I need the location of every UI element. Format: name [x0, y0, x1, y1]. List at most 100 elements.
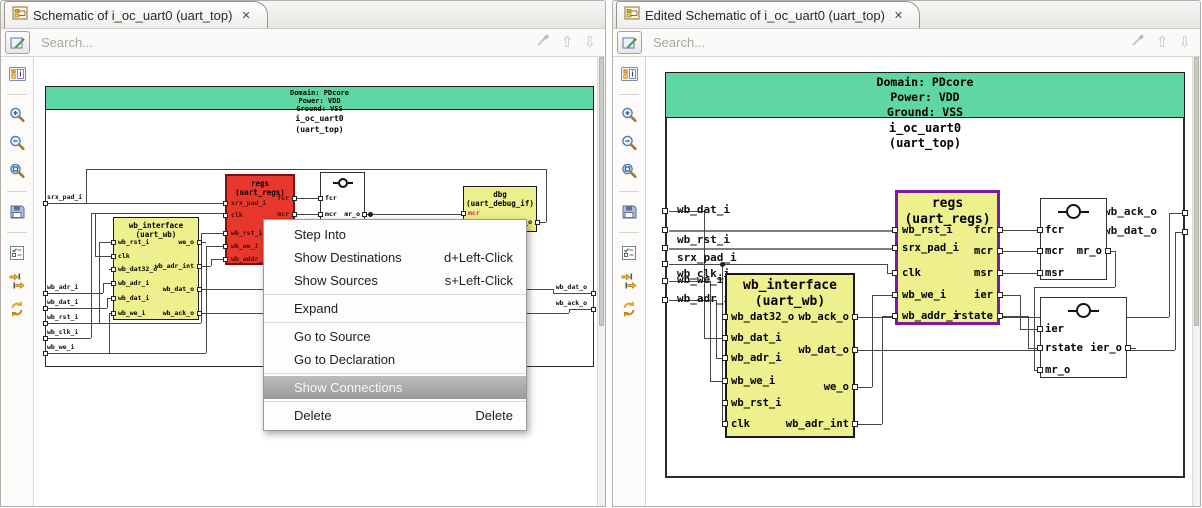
- port-pin-fcr[interactable]: [292, 196, 297, 201]
- port-pin-ier[interactable]: [997, 292, 1003, 298]
- port-pin-wb_rst_i[interactable]: [722, 400, 728, 406]
- properties-button[interactable]: i: [4, 63, 30, 85]
- port-pin-wb_dat_o[interactable]: [852, 347, 858, 353]
- search-next-icon[interactable]: ⇩: [1178, 35, 1191, 50]
- input-pin-wb_dat_i[interactable]: [43, 306, 48, 311]
- menu-item-step-into[interactable]: Step Into: [264, 223, 526, 246]
- port-pin-rstate[interactable]: [1036, 344, 1043, 351]
- menu-item-show-connections[interactable]: Show Connections: [264, 376, 526, 399]
- block-wb_interface[interactable]: wb_interface (uart_wb) wb_rst_i clk wb_dat32…: [110, 217, 202, 320]
- menu-item-show-sources[interactable]: Show Sources s+Left-Click: [264, 269, 526, 292]
- input-pin-wb_rst_i[interactable]: [662, 227, 668, 233]
- port-pin-wb_dat_i[interactable]: [110, 295, 116, 301]
- scrollbar-thumb[interactable]: [599, 57, 604, 327]
- reload-button[interactable]: [4, 298, 30, 320]
- clear-search-icon[interactable]: [1130, 32, 1146, 53]
- port-pin-srx_pad_i[interactable]: [892, 245, 898, 251]
- port-pin-rstate[interactable]: [997, 313, 1003, 319]
- port-pin-mcr[interactable]: [318, 212, 323, 217]
- port-pin-wb_we_i[interactable]: [722, 378, 728, 384]
- port-pin-fcr[interactable]: [997, 227, 1003, 233]
- trace-connections-button[interactable]: [4, 270, 30, 292]
- block-regs[interactable]: regs (uart_regs) wb_rst_i srx_pad_i clk wb_we…: [892, 190, 1003, 325]
- clear-search-icon[interactable]: [535, 32, 551, 53]
- port-pin-wb_ack_o[interactable]: [196, 310, 202, 316]
- input-pin-wb_clk_i[interactable]: [662, 261, 668, 267]
- port-pin-msr[interactable]: [1036, 269, 1043, 276]
- save-button[interactable]: [4, 201, 30, 223]
- tab-schematic[interactable]: Schematic of i_oc_uart0 (uart_top) ✕: [4, 1, 268, 28]
- port-pin-msr[interactable]: [997, 270, 1003, 276]
- port-pin-mcr[interactable]: [460, 210, 466, 216]
- zoom-in-button[interactable]: [4, 104, 30, 126]
- port-pin-clk[interactable]: [223, 213, 228, 218]
- port-pin-wb_ack_o[interactable]: [852, 314, 858, 320]
- menu-item-expand[interactable]: Expand: [264, 297, 526, 320]
- block-symbol[interactable]: fcr mcr mr_o: [318, 172, 367, 222]
- port-pin-wb_we_i[interactable]: [110, 310, 116, 316]
- port-pin-wb_rst_i[interactable]: [110, 239, 116, 245]
- tab-close-icon[interactable]: ✕: [241, 9, 250, 22]
- port-pin-fcr[interactable]: [318, 196, 323, 201]
- port-pin-mcr[interactable]: [1036, 247, 1043, 254]
- schematic-canvas[interactable]: Domain: PDcore Power: VDD Ground: VSS i_oc_…: [647, 57, 1192, 506]
- output-pin-wb_ack_o[interactable]: [1182, 210, 1188, 216]
- port-pin-wb_adr_i[interactable]: [110, 280, 116, 286]
- input-pin-srx_pad_i[interactable]: [43, 201, 48, 206]
- port-pin-mr_o[interactable]: [1104, 247, 1111, 254]
- port-pin-wb_rst_i[interactable]: [892, 227, 898, 233]
- input-pin-wb_dat_i[interactable]: [662, 208, 668, 214]
- input-pin-wb_clk_i[interactable]: [43, 336, 48, 341]
- tab-close-icon[interactable]: ✕: [894, 9, 903, 22]
- port-pin-wb_adr_int[interactable]: [852, 421, 858, 427]
- port-pin-wb_rst_i[interactable]: [223, 231, 228, 236]
- port-pin-ier[interactable]: [1036, 325, 1043, 332]
- vertical-scrollbar[interactable]: [1192, 57, 1200, 506]
- port-pin-wb_adr_i[interactable]: [722, 355, 728, 361]
- block-symbol[interactable]: ier rstate mr_o ier_o: [1036, 297, 1131, 378]
- port-pin-clk[interactable]: [722, 421, 728, 427]
- port-pin-_o[interactable]: [534, 219, 540, 225]
- port-pin-clk[interactable]: [892, 270, 898, 276]
- options-button[interactable]: [4, 242, 30, 264]
- input-pin-wb_adr_i[interactable]: [662, 297, 668, 303]
- zoom-fit-button[interactable]: [4, 160, 30, 182]
- port-pin-mr_o[interactable]: [362, 212, 367, 217]
- input-pin-wb_we_i[interactable]: [662, 278, 668, 284]
- input-pin-wb_we_i[interactable]: [43, 351, 48, 356]
- menu-item-show-destinations[interactable]: Show Destinations d+Left-Click: [264, 246, 526, 269]
- port-pin-wb_dat32_o[interactable]: [110, 266, 116, 272]
- output-pin-wb_ack_o[interactable]: [591, 307, 596, 312]
- port-pin-clk[interactable]: [110, 253, 116, 259]
- search-filter-button[interactable]: [5, 31, 30, 54]
- port-pin-ier_o[interactable]: [1124, 344, 1131, 351]
- input-pin-wb_adr_i[interactable]: [43, 291, 48, 296]
- save-button[interactable]: [616, 201, 642, 223]
- reload-button[interactable]: [616, 298, 642, 320]
- input-pin-srx_pad_i[interactable]: [662, 245, 668, 251]
- port-pin-srx_pad_i[interactable]: [223, 201, 228, 206]
- search-input[interactable]: [651, 34, 1130, 51]
- zoom-out-button[interactable]: [616, 132, 642, 154]
- port-pin-mcr[interactable]: [997, 248, 1003, 254]
- output-pin-wb_dat_o[interactable]: [591, 291, 596, 296]
- trace-connections-button[interactable]: [616, 270, 642, 292]
- menu-item-go-to-source[interactable]: Go to Source: [264, 325, 526, 348]
- vertical-scrollbar[interactable]: [597, 57, 605, 506]
- properties-button[interactable]: i: [616, 63, 642, 85]
- zoom-in-button[interactable]: [616, 104, 642, 126]
- search-input[interactable]: [39, 34, 535, 51]
- input-pin-wb_rst_i[interactable]: [43, 321, 48, 326]
- zoom-fit-button[interactable]: [616, 160, 642, 182]
- port-pin-wb_dat_o[interactable]: [196, 286, 202, 292]
- zoom-out-button[interactable]: [4, 132, 30, 154]
- block-symbol[interactable]: fcr mcr msr mr_o: [1036, 198, 1111, 280]
- port-pin-wb_we_i[interactable]: [892, 292, 898, 298]
- options-button[interactable]: [616, 242, 642, 264]
- port-pin-wb_addr_i[interactable]: [892, 313, 898, 319]
- port-pin-wb_adr_int[interactable]: [196, 263, 202, 269]
- port-pin-wb_dat_i[interactable]: [722, 335, 728, 341]
- port-pin-wb_addr_i[interactable]: [223, 257, 228, 262]
- output-pin-wb_dat_o[interactable]: [1182, 229, 1188, 235]
- search-next-icon[interactable]: ⇩: [583, 35, 596, 50]
